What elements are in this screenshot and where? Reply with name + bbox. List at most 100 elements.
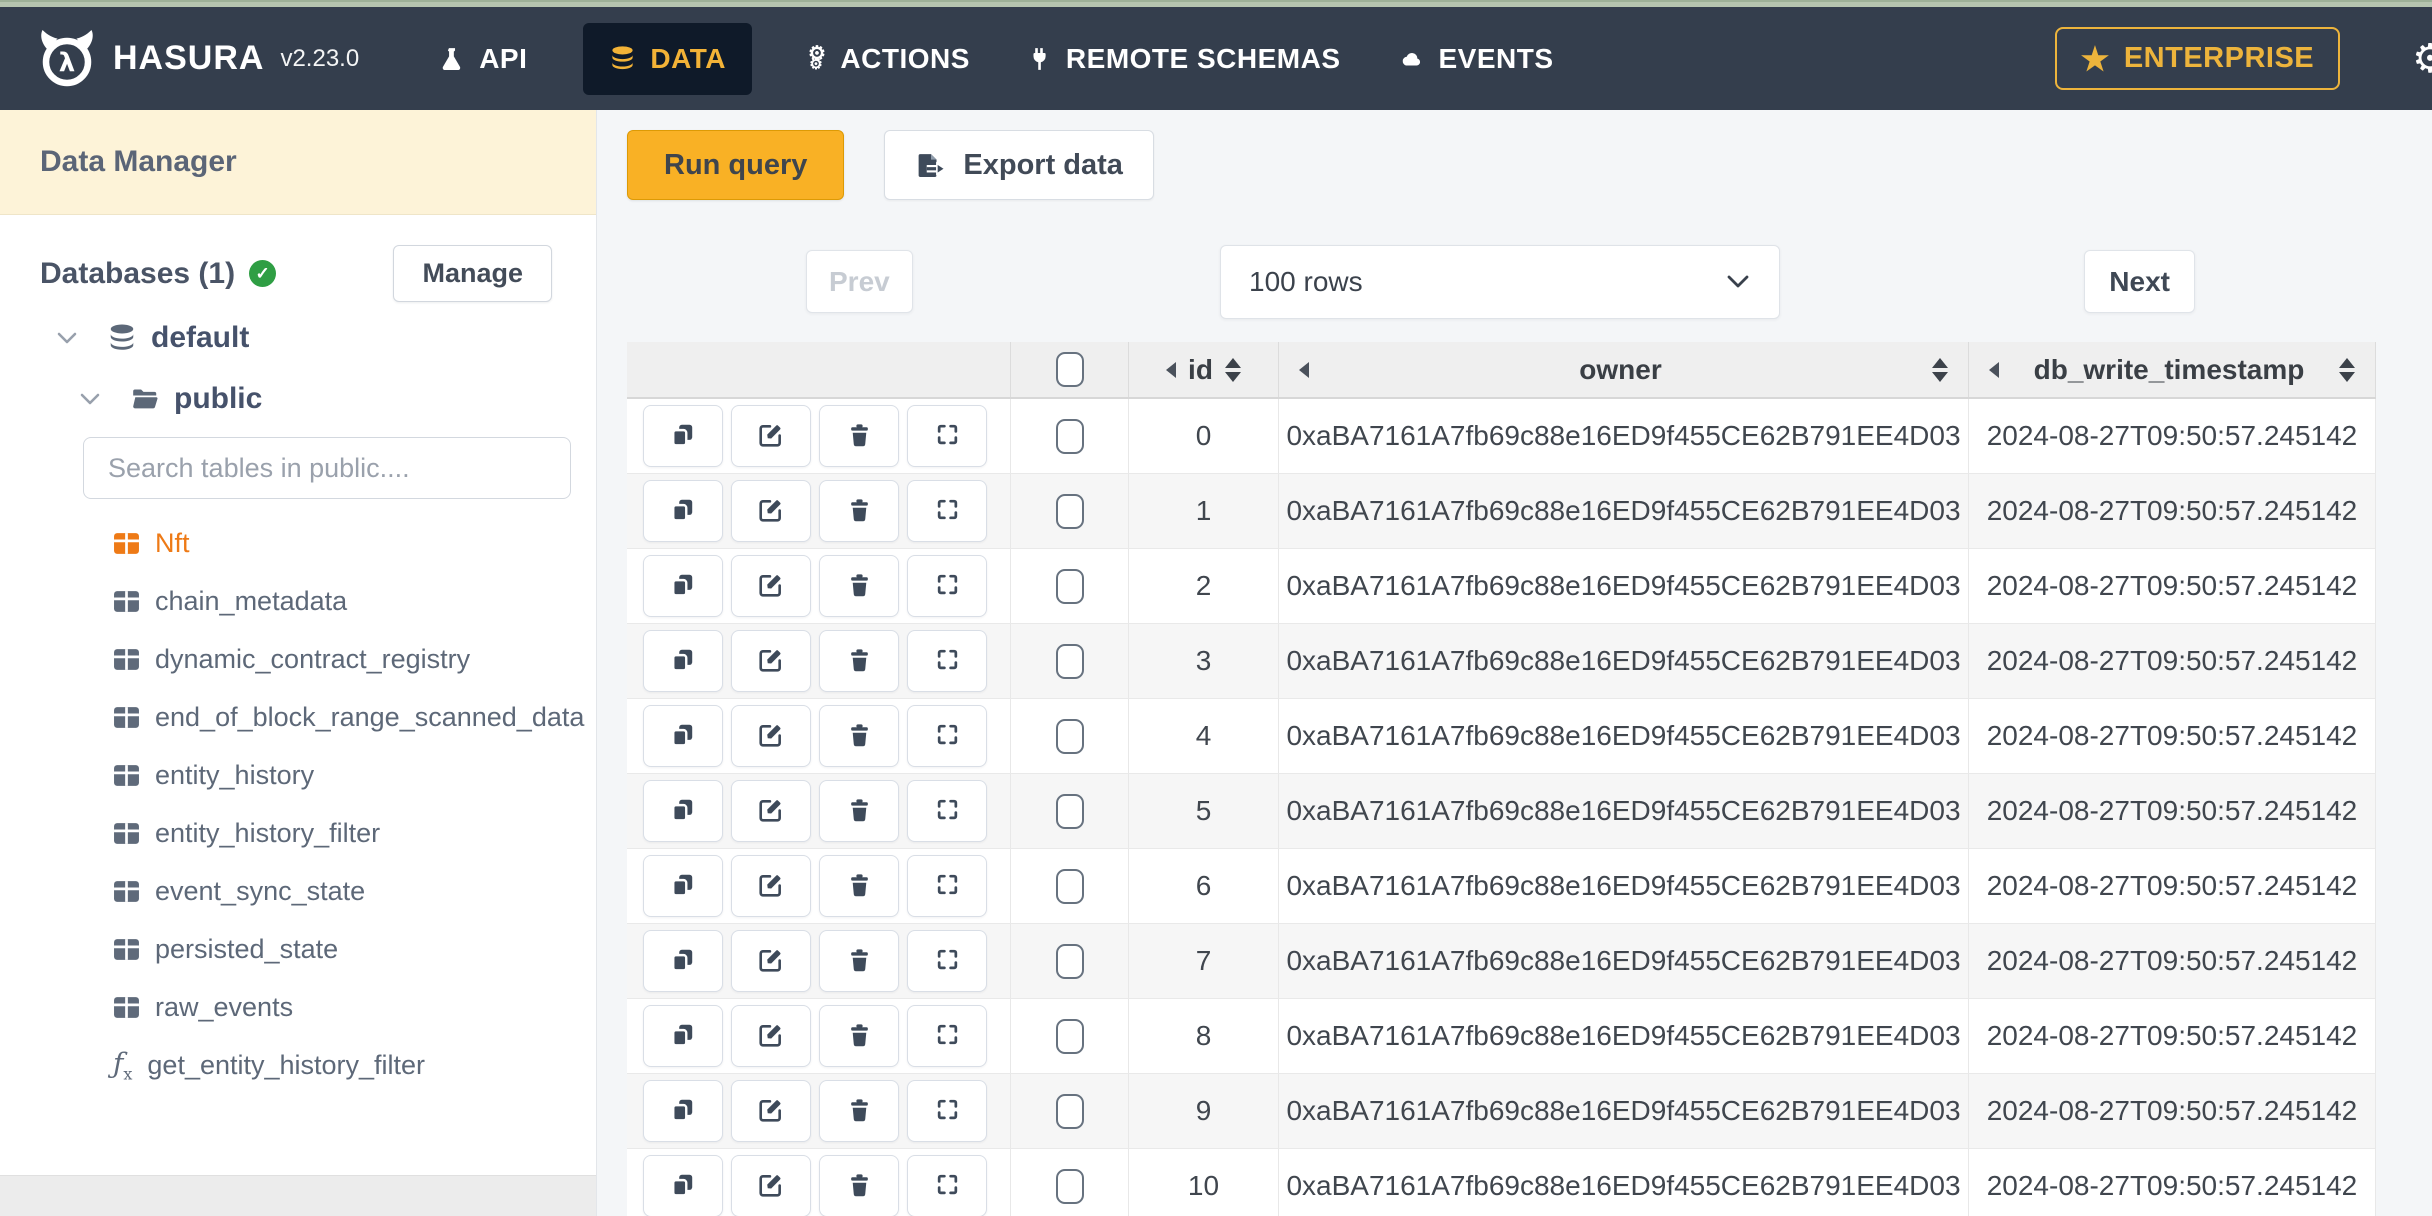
nav-item-remote-schemas[interactable]: REMOTE SCHEMAS: [1026, 43, 1341, 75]
sidebar-table-chain_metadata[interactable]: chain_metadata: [0, 572, 596, 630]
sort-icon[interactable]: [2339, 357, 2355, 382]
nav-item-actions[interactable]: ⚙ ⚙ ACTIONS: [808, 43, 970, 75]
expand-row-button[interactable]: [907, 1155, 987, 1216]
copy-row-button[interactable]: [643, 780, 723, 842]
edit-row-button[interactable]: [731, 555, 811, 617]
sidebar-scrollbar-track[interactable]: [0, 1175, 596, 1216]
copy-row-button[interactable]: [643, 630, 723, 692]
header-col-id[interactable]: id: [1129, 342, 1279, 397]
expand-row-button[interactable]: [907, 1080, 987, 1142]
row-checkbox[interactable]: [1055, 1018, 1084, 1054]
expand-row-button[interactable]: [907, 705, 987, 767]
chevron-down-icon[interactable]: [78, 392, 102, 407]
expand-row-button[interactable]: [907, 1005, 987, 1067]
copy-row-button[interactable]: [643, 555, 723, 617]
expand-row-button[interactable]: [907, 855, 987, 917]
collapse-column-icon[interactable]: [1989, 361, 1999, 378]
export-data-button[interactable]: Export data: [884, 130, 1154, 200]
edit-row-button[interactable]: [731, 855, 811, 917]
sidebar-table-event_sync_state[interactable]: event_sync_state: [0, 862, 596, 920]
cell-db-write-timestamp: 2024-08-27T09:50:57.245142: [1969, 999, 2376, 1073]
edit-row-button[interactable]: [731, 1080, 811, 1142]
tree-schema-public[interactable]: public: [0, 374, 596, 424]
delete-row-button[interactable]: [819, 1080, 899, 1142]
cell-owner: 0xaBA7161A7fb69c88e16ED9f455CE62B791EE4D…: [1279, 999, 1969, 1073]
copy-row-button[interactable]: [643, 405, 723, 467]
sidebar-table-Nft[interactable]: Nft: [0, 514, 596, 572]
expand-row-button[interactable]: [907, 555, 987, 617]
nav-items: API DATA ⚙ ⚙ ACTIONS REMOTE SCHEMAS EVEN…: [439, 22, 1554, 95]
delete-row-button[interactable]: [819, 855, 899, 917]
manage-button[interactable]: Manage: [393, 245, 552, 302]
row-checkbox[interactable]: [1055, 418, 1084, 454]
edit-row-button[interactable]: [731, 780, 811, 842]
select-all-checkbox[interactable]: [1055, 352, 1084, 387]
sidebar-table-raw_events[interactable]: raw_events: [0, 978, 596, 1036]
prev-button[interactable]: Prev: [806, 250, 913, 313]
sort-icon[interactable]: [1932, 357, 1948, 382]
collapse-column-icon[interactable]: [1299, 361, 1309, 378]
copy-row-button[interactable]: [643, 930, 723, 992]
edit-row-button[interactable]: [731, 930, 811, 992]
expand-row-button[interactable]: [907, 480, 987, 542]
row-checkbox[interactable]: [1055, 868, 1084, 904]
sidebar-table-entity_history_filter[interactable]: entity_history_filter: [0, 804, 596, 862]
delete-row-button[interactable]: [819, 405, 899, 467]
run-query-button[interactable]: Run query: [627, 130, 845, 200]
search-tables-input[interactable]: [83, 437, 571, 499]
delete-row-button[interactable]: [819, 1155, 899, 1216]
row-checkbox[interactable]: [1055, 493, 1084, 529]
delete-row-button[interactable]: [819, 780, 899, 842]
sidebar-function-get_entity_history_filter[interactable]: ƒx get_entity_history_filter: [0, 1036, 596, 1094]
tree-database-default[interactable]: default: [0, 310, 596, 366]
copy-row-button[interactable]: [643, 855, 723, 917]
sidebar-tables-list: Nft chain_metadata dynamic_contract_regist…: [0, 514, 596, 1094]
edit-row-button[interactable]: [731, 1155, 811, 1216]
nav-item-data[interactable]: DATA: [583, 22, 752, 95]
expand-row-button[interactable]: [907, 780, 987, 842]
edit-row-button[interactable]: [731, 705, 811, 767]
gear-icon[interactable]: ⚙: [2412, 39, 2432, 79]
edit-row-button[interactable]: [731, 630, 811, 692]
nav-item-events[interactable]: EVENTS: [1397, 43, 1554, 75]
sidebar-table-entity_history[interactable]: entity_history: [0, 746, 596, 804]
copy-row-button[interactable]: [643, 1155, 723, 1216]
next-button[interactable]: Next: [2084, 250, 2195, 313]
delete-row-button[interactable]: [819, 630, 899, 692]
edit-row-button[interactable]: [731, 480, 811, 542]
copy-row-button[interactable]: [643, 1005, 723, 1067]
delete-row-button[interactable]: [819, 705, 899, 767]
header-col-owner[interactable]: owner: [1279, 342, 1969, 397]
row-checkbox[interactable]: [1055, 793, 1084, 829]
edit-row-button[interactable]: [731, 1005, 811, 1067]
delete-row-button[interactable]: [819, 1005, 899, 1067]
sidebar-table-end_of_block_range_scanned_data[interactable]: end_of_block_range_scanned_data: [0, 688, 596, 746]
row-checkbox[interactable]: [1055, 1093, 1084, 1129]
enterprise-button[interactable]: ★ ENTERPRISE: [2054, 27, 2341, 90]
plug-icon: [1026, 46, 1052, 72]
copy-row-button[interactable]: [643, 1080, 723, 1142]
copy-row-button[interactable]: [643, 705, 723, 767]
sort-icon[interactable]: [1224, 357, 1241, 382]
rows-per-page-select[interactable]: 100 rows: [1220, 245, 1780, 319]
row-checkbox[interactable]: [1055, 643, 1084, 679]
delete-row-button[interactable]: [819, 555, 899, 617]
delete-row-button[interactable]: [819, 480, 899, 542]
expand-row-button[interactable]: [907, 630, 987, 692]
collapse-column-icon[interactable]: [1166, 361, 1177, 378]
delete-row-button[interactable]: [819, 930, 899, 992]
row-checkbox[interactable]: [1055, 943, 1084, 979]
chevron-down-icon[interactable]: [55, 331, 79, 346]
row-checkbox[interactable]: [1055, 1168, 1084, 1204]
edit-row-button[interactable]: [731, 405, 811, 467]
hasura-logo-icon[interactable]: λ: [35, 27, 99, 91]
row-checkbox[interactable]: [1055, 718, 1084, 754]
sidebar-table-persisted_state[interactable]: persisted_state: [0, 920, 596, 978]
sidebar-table-dynamic_contract_registry[interactable]: dynamic_contract_registry: [0, 630, 596, 688]
expand-row-button[interactable]: [907, 930, 987, 992]
row-checkbox[interactable]: [1055, 568, 1084, 604]
expand-row-button[interactable]: [907, 405, 987, 467]
copy-row-button[interactable]: [643, 480, 723, 542]
header-col-db-write-timestamp[interactable]: db_write_timestamp: [1969, 342, 2376, 397]
nav-item-api[interactable]: API: [439, 43, 527, 75]
